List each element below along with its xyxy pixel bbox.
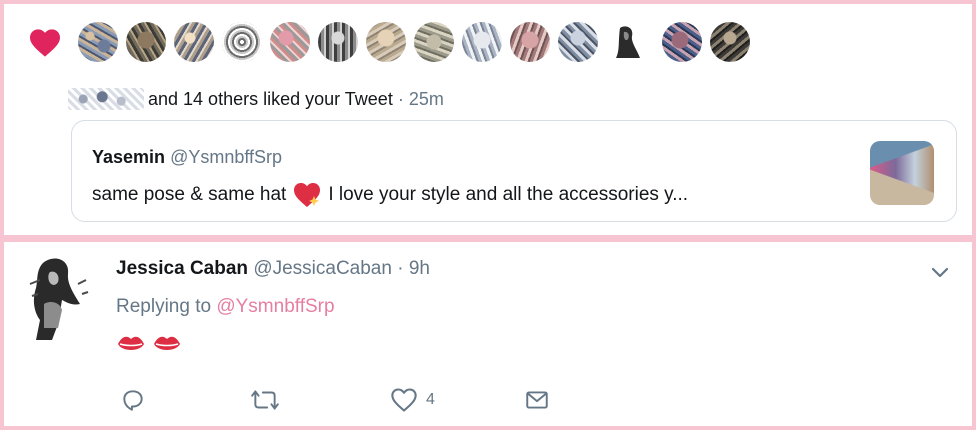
sparkling-heart-icon — [294, 183, 321, 207]
liker-avatar[interactable] — [366, 22, 406, 62]
liker-avatar[interactable] — [318, 22, 358, 62]
liker-avatar[interactable] — [414, 22, 454, 62]
liker-avatar[interactable] — [558, 22, 598, 62]
replying-to-mention[interactable]: @YsmnbffSrp — [216, 296, 334, 317]
reply-icon — [123, 390, 143, 411]
like-count: 4 — [426, 391, 435, 408]
replying-to: Replying to @YsmnbffSrp — [116, 296, 335, 318]
liker-avatar[interactable] — [270, 22, 310, 62]
liker-avatar[interactable] — [174, 22, 214, 62]
retweet-icon — [251, 390, 279, 410]
kiss-mark-icon — [154, 336, 180, 350]
liker-avatar[interactable] — [606, 22, 646, 62]
envelope-icon — [526, 391, 548, 409]
notification-time: · 25m — [397, 88, 444, 109]
like-button[interactable]: 4 — [390, 385, 435, 415]
liker-avatar[interactable] — [462, 22, 502, 62]
retweet-button[interactable] — [250, 385, 280, 415]
liker-avatar[interactable] — [222, 22, 262, 62]
chevron-down-icon[interactable] — [928, 260, 952, 284]
liker-avatar[interactable] — [78, 22, 118, 62]
like-notification[interactable]: and 14 others liked your Tweet · 25m Yas… — [4, 4, 972, 235]
quoted-tweet-text: same pose & same hat I love your style a… — [92, 181, 688, 209]
heart-outline-icon — [391, 388, 417, 412]
reply-author-avatar[interactable] — [22, 254, 94, 340]
liked-text: and 14 others liked your Tweet — [148, 88, 393, 109]
reply-time[interactable]: · 9h — [397, 258, 430, 279]
direct-message-button[interactable] — [524, 385, 550, 415]
reply-author-name[interactable]: Jessica Caban — [116, 258, 248, 279]
liker-name-blurred[interactable] — [68, 88, 144, 110]
reply-header: Jessica Caban @JessicaCaban · 9h — [116, 258, 430, 280]
quoted-tweet-thumbnail[interactable] — [870, 141, 934, 205]
tweet-actions: 4 — [120, 385, 640, 415]
liker-avatar[interactable] — [510, 22, 550, 62]
kiss-mark-icon — [118, 336, 144, 350]
liker-avatar[interactable] — [710, 22, 750, 62]
reply-author-handle[interactable]: @JessicaCaban — [253, 258, 392, 279]
quoted-text-part1: same pose & same hat — [92, 184, 287, 205]
quoted-text-part2: I love your style and all the accessorie… — [328, 184, 689, 205]
quoted-tweet[interactable]: Yasemin @YsmnbffSrp same pose & same hat… — [71, 120, 957, 222]
liked-summary: and 14 others liked your Tweet · 25m — [68, 88, 444, 110]
reply-text — [116, 332, 182, 362]
quoted-author-name[interactable]: Yasemin — [92, 147, 165, 167]
quoted-tweet-header: Yasemin @YsmnbffSrp — [92, 147, 282, 168]
quoted-author-handle[interactable]: @YsmnbffSrp — [170, 147, 282, 167]
reply-tweet[interactable]: Jessica Caban @JessicaCaban · 9h Replyin… — [4, 242, 972, 426]
heart-icon — [30, 29, 60, 57]
reply-button[interactable] — [120, 385, 146, 415]
liker-avatar[interactable] — [662, 22, 702, 62]
replying-to-label: Replying to — [116, 296, 212, 317]
liker-avatar[interactable] — [126, 22, 166, 62]
